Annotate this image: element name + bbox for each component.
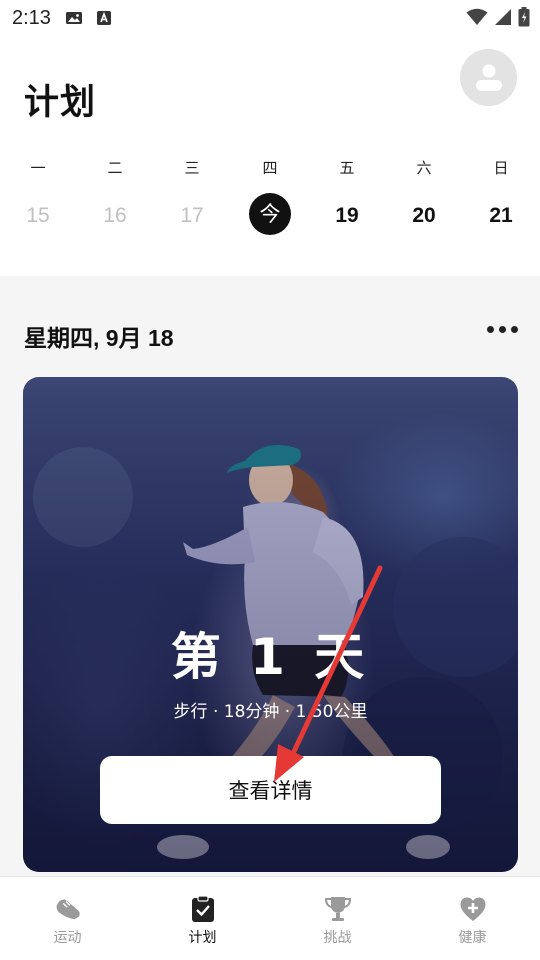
header: 计划 <box>0 44 540 144</box>
day-number: 15 <box>26 204 50 227</box>
day-name: 一 <box>30 159 46 177</box>
nav-label: 挑战 <box>323 930 352 946</box>
date-heading: 星期四, 9月 18 <box>24 325 174 351</box>
nav-label: 运动 <box>53 930 82 946</box>
today-indicator: 今 <box>249 193 291 235</box>
heart-plus-icon <box>459 895 487 923</box>
day-name: 二 <box>107 159 123 177</box>
nav-item-health[interactable]: 健康 <box>405 877 540 960</box>
user-icon <box>475 64 502 91</box>
day-name: 五 <box>339 159 355 177</box>
status-time: 2:13 <box>12 6 51 29</box>
day-name: 六 <box>416 159 432 177</box>
nav-label: 健康 <box>458 930 487 946</box>
workout-day-title: 第 1 天 <box>170 628 371 686</box>
day-name: 四 <box>262 159 278 177</box>
day-number: 16 <box>103 204 127 227</box>
trophy-icon <box>324 895 352 923</box>
more-dot <box>511 326 518 333</box>
nav-item-plan[interactable]: 计划 <box>135 877 270 960</box>
text-notification-icon <box>96 11 111 25</box>
week-calendar: 一 15 二 16 三 17 四 今 五 19 六 20 日 21 <box>0 156 540 266</box>
nav-item-workout[interactable]: 运动 <box>0 877 135 960</box>
more-dot <box>499 326 506 333</box>
day-name: 日 <box>493 159 509 177</box>
more-options-button[interactable] <box>487 326 518 333</box>
shoe-icon <box>54 895 82 923</box>
nav-label: 计划 <box>188 930 217 946</box>
day-fri[interactable]: 五 19 <box>317 156 377 231</box>
day-number: 19 <box>335 204 359 227</box>
bottom-nav: 运动 计划 挑战 健康 <box>0 876 540 960</box>
day-mon[interactable]: 一 15 <box>8 156 68 231</box>
gallery-notification-icon <box>65 12 82 24</box>
day-sat[interactable]: 六 20 <box>394 156 454 231</box>
avatar-button[interactable] <box>460 49 517 106</box>
status-bar: 2:13 <box>0 0 540 36</box>
view-details-button[interactable]: 查看详情 <box>100 756 441 824</box>
day-number: 17 <box>180 204 204 227</box>
signal-icon <box>495 9 511 25</box>
clipboard-check-icon <box>189 895 217 923</box>
day-number: 21 <box>489 204 513 227</box>
day-name: 三 <box>184 159 200 177</box>
workout-summary: 步行 · 18分钟 · 1.50公里 <box>173 702 368 722</box>
more-dot <box>487 326 494 333</box>
day-thu-today[interactable]: 四 今 <box>240 156 300 235</box>
battery-icon <box>518 7 530 27</box>
workout-card[interactable]: 第 1 天 步行 · 18分钟 · 1.50公里 查看详情 <box>23 377 518 872</box>
wifi-icon <box>466 8 488 25</box>
day-tue[interactable]: 二 16 <box>85 156 145 231</box>
day-wed[interactable]: 三 17 <box>162 156 222 231</box>
page-title: 计划 <box>24 83 97 123</box>
plan-content: 星期四, 9月 18 第 1 天 步行 · 18分钟 · 1.50公里 查看详情 <box>0 276 540 876</box>
nav-item-challenge[interactable]: 挑战 <box>270 877 405 960</box>
day-number: 20 <box>412 204 436 227</box>
day-sun[interactable]: 日 21 <box>471 156 531 231</box>
